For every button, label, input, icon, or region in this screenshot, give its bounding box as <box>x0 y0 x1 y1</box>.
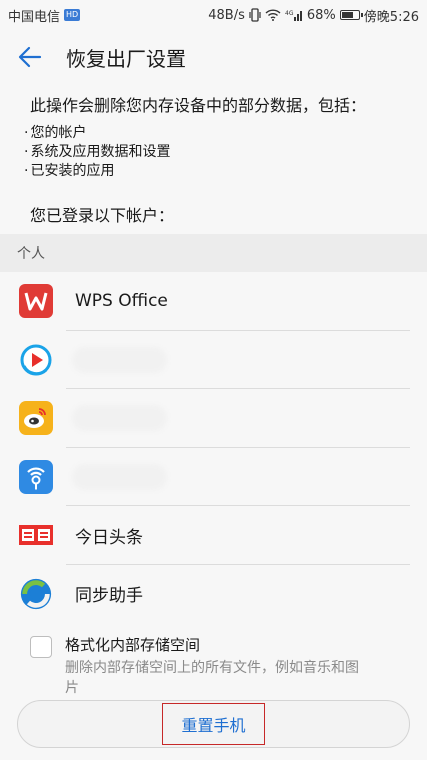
arrow-left-icon <box>18 46 42 68</box>
battery-icon <box>339 10 363 20</box>
toutiao-icon <box>19 518 53 552</box>
video-play-icon <box>19 343 53 377</box>
reset-phone-button[interactable]: 重置手机 <box>17 700 410 748</box>
hd-badge: HD <box>64 9 81 21</box>
data-list-item: 您的帐户 <box>24 124 170 143</box>
weibo-icon <box>19 401 53 435</box>
section-label: 个人 <box>17 246 45 262</box>
accounts-intro: 您已登录以下帐户： <box>30 206 175 225</box>
status-right: 48B/s 4G 68% 傍晚5:26 <box>208 6 419 25</box>
account-row-toutiao: 今日头条 <box>0 506 427 565</box>
net-speed: 48B/s <box>208 7 245 23</box>
battery-percent: 68% <box>306 7 336 23</box>
data-list-item: 系统及应用数据和设置 <box>24 143 170 162</box>
redacted-account-name <box>72 405 167 432</box>
reset-phone-label: 重置手机 <box>162 703 265 745</box>
carrier-name: 中国电信 <box>8 9 61 25</box>
format-storage-description: 删除内部存储空间上的所有文件，例如音乐和图片 <box>65 660 359 696</box>
account-name: 同步助手 <box>75 586 143 607</box>
account-row-video <box>0 331 427 389</box>
factory-reset-screen: 中国电信 HD 48B/s 4G 68% 傍晚5:26 恢复出厂设置 此操作会删… <box>0 0 427 760</box>
redacted-account-name <box>72 463 167 490</box>
back-button[interactable] <box>0 30 60 84</box>
sync-assistant-icon <box>19 577 53 611</box>
status-left: 中国电信 HD <box>8 6 81 25</box>
format-storage-title: 格式化内部存储空间 <box>65 636 201 654</box>
clock: 傍晚5:26 <box>363 9 419 25</box>
format-storage-option[interactable]: 格式化内部存储空间 删除内部存储空间上的所有文件，例如音乐和图片 <box>0 628 427 700</box>
data-list: 您的帐户 系统及应用数据和设置 已安装的应用 <box>24 124 170 181</box>
data-list-item: 已安装的应用 <box>24 162 170 181</box>
format-storage-checkbox[interactable] <box>30 636 52 658</box>
battery-fill <box>341 12 353 18</box>
redacted-account-name <box>72 346 167 373</box>
account-name: 今日头条 <box>75 527 143 548</box>
wifi-icon <box>265 9 281 21</box>
account-name: WPS Office <box>75 291 168 312</box>
account-row-wifi-key <box>0 448 427 506</box>
section-header-personal: 个人 <box>0 234 427 272</box>
status-bar: 中国电信 HD 48B/s 4G 68% 傍晚5:26 <box>0 0 427 30</box>
signal-label: 4G <box>285 10 294 17</box>
vibrate-icon <box>249 8 261 22</box>
account-row-wps: WPS Office <box>0 272 427 331</box>
account-row-weibo <box>0 389 427 448</box>
app-header: 恢复出厂设置 <box>0 30 427 84</box>
account-row-sync: 同步助手 <box>0 565 427 624</box>
account-list: WPS Office 今日头条 同步助手 <box>0 272 427 623</box>
wps-icon <box>19 284 53 318</box>
wifi-key-icon <box>19 459 53 494</box>
page-title: 恢复出厂设置 <box>66 46 186 71</box>
reset-description: 此操作会删除您内存设备中的部分数据，包括： <box>30 96 367 115</box>
signal-icon: 4G <box>285 9 303 21</box>
